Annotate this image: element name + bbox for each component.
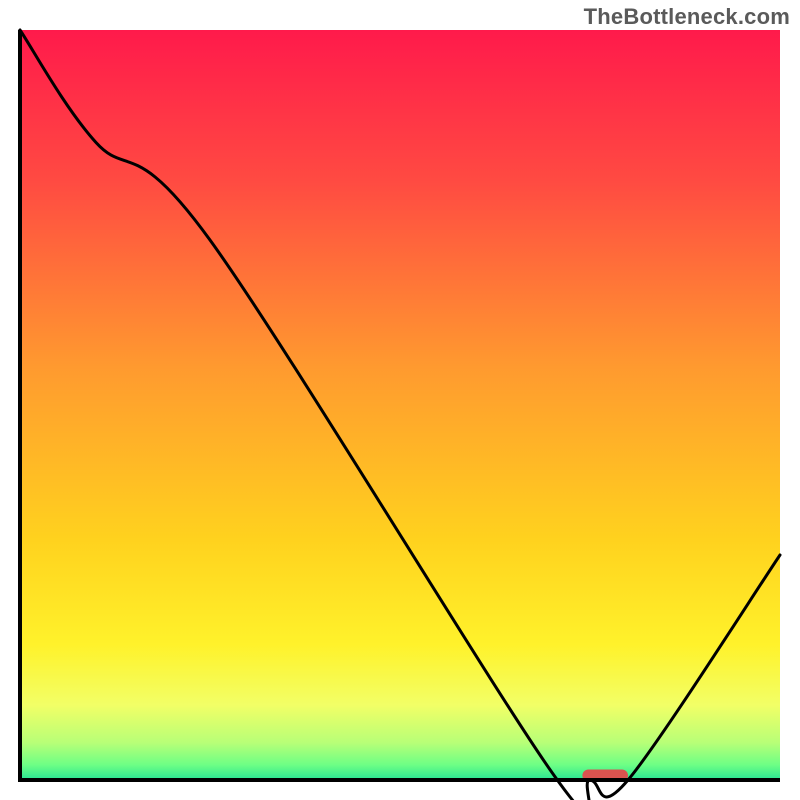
plot-background (20, 30, 780, 780)
watermark-text: TheBottleneck.com (584, 4, 790, 30)
chart-container: TheBottleneck.com (0, 0, 800, 800)
bottleneck-chart (0, 0, 800, 800)
